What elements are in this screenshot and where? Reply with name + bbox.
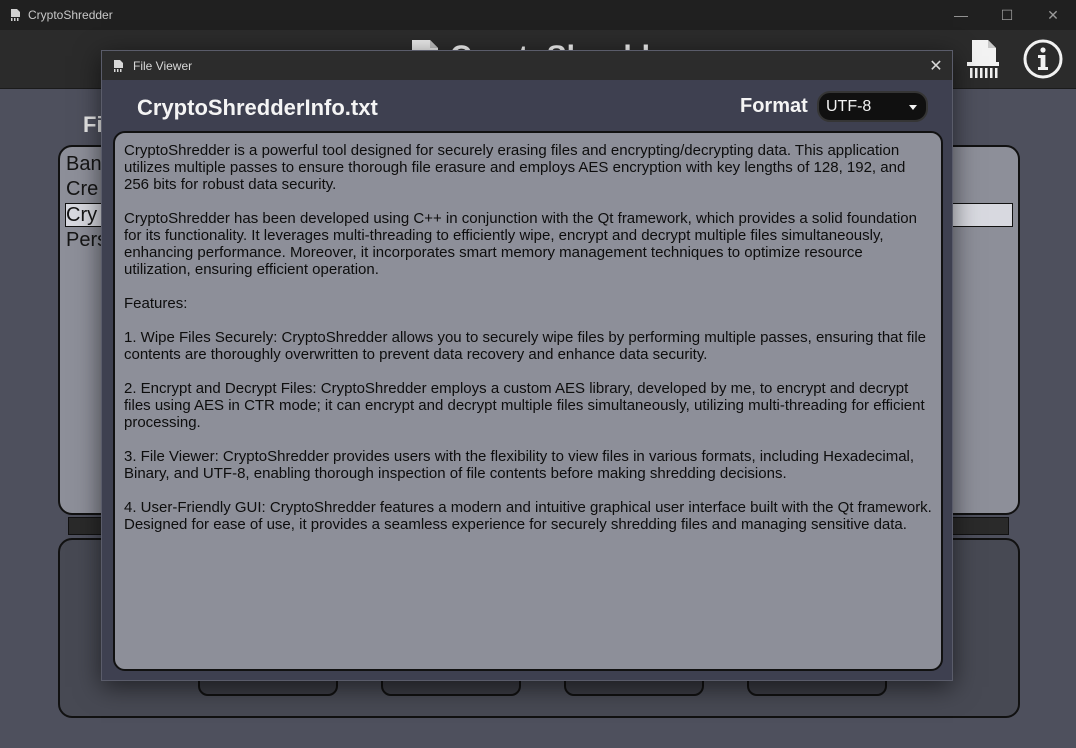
content-paragraph: 3. File Viewer: CryptoShredder provides … [124,448,915,482]
chevron-down-icon [909,105,917,110]
content-paragraph: Features: [124,295,188,312]
window-title: CryptoShredder [28,8,113,22]
content-paragraph: 4. User-Friendly GUI: CryptoShredder fea… [124,499,932,533]
file-list-item[interactable]: Cre [66,178,98,201]
close-button[interactable]: ✕ [1030,0,1076,30]
content-paragraph: CryptoShredder has been developed using … [124,210,917,278]
content-paragraph: 1. Wipe Files Securely: CryptoShredder a… [124,329,927,363]
minimize-button[interactable]: — [938,0,984,30]
section-label: Fi [83,112,103,137]
dialog-close-button[interactable]: ✕ [920,51,952,80]
dialog-titlebar: File Viewer ✕ [102,51,952,80]
format-selected-value: UTF-8 [826,97,872,115]
maximize-button[interactable]: ☐ [984,0,1030,30]
shredder-icon[interactable] [964,38,1002,82]
content-paragraph: 2. Encrypt and Decrypt Files: CryptoShre… [124,380,925,431]
window-controls: — ☐ ✕ [938,0,1076,30]
format-label: Format [740,95,808,117]
app-icon [114,59,123,72]
file-viewer-dialog: File Viewer ✕ CryptoShredderInfo.txt For… [101,50,953,681]
content-paragraph: CryptoShredder is a powerful tool design… [124,142,906,193]
main-titlebar: CryptoShredder — ☐ ✕ [0,0,1076,30]
file-content-view[interactable]: CryptoShredder is a powerful tool design… [113,131,943,671]
format-dropdown[interactable]: UTF-8 [817,91,928,122]
file-name-heading: CryptoShredderInfo.txt [137,95,378,120]
dialog-title: File Viewer [133,58,193,73]
app-icon [11,9,20,21]
info-icon[interactable] [1022,38,1064,80]
file-list-item[interactable]: Ban [66,153,102,176]
